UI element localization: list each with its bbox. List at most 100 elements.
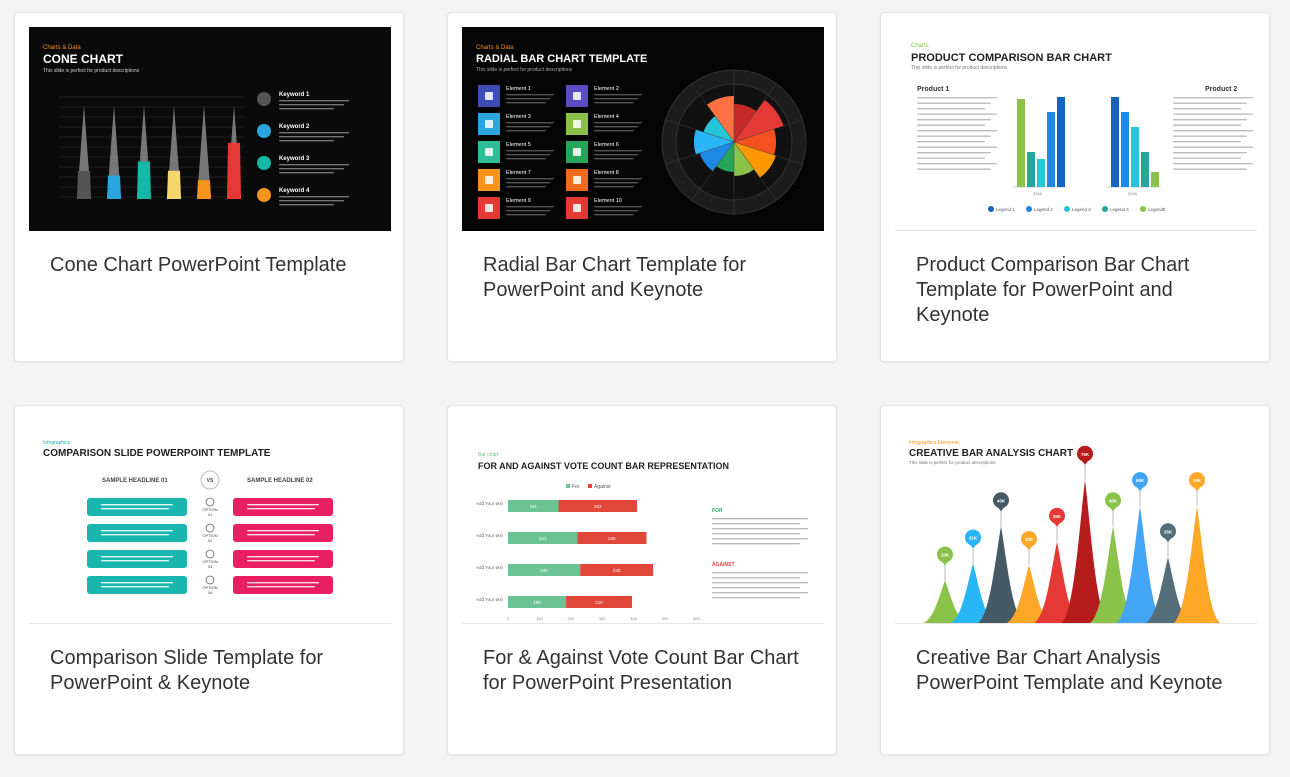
thumb-category: Charts & Data xyxy=(476,45,514,51)
thumb-category: Infographics xyxy=(43,440,71,446)
for-value: 230 xyxy=(540,568,548,573)
comparison-bar xyxy=(1027,152,1035,187)
card-title-link[interactable]: Creative Bar Chart Analysis PowerPoint T… xyxy=(916,646,1246,696)
placeholder-line xyxy=(279,104,344,106)
row-label: Add Your text xyxy=(476,533,504,538)
legend-dot xyxy=(1064,206,1070,212)
placeholder-line xyxy=(712,577,800,579)
cone-fill-band xyxy=(167,170,181,199)
creative-bar-preview: Infographics Elements CREATIVE BAR ANALY… xyxy=(895,420,1257,623)
placeholder-line xyxy=(712,538,808,540)
placeholder-line xyxy=(594,122,642,124)
thumbnail-radial-bar[interactable]: Charts & Data RADIAL BAR CHART TEMPLATE … xyxy=(462,27,824,231)
element-label: Element 5 xyxy=(506,142,531,148)
placeholder-line xyxy=(594,98,638,100)
axis-tick: 300 xyxy=(599,616,606,621)
axis-tick: 400 xyxy=(630,616,637,621)
thumbnail-creative-bar[interactable]: Infographics Elements CREATIVE BAR ANALY… xyxy=(895,420,1257,624)
tile-icon xyxy=(573,204,581,212)
template-card-comparison-slide[interactable]: Infographics COMPARISON SLIDE POWERPOINT… xyxy=(14,405,404,755)
vote-count-preview: Bar chart FOR AND AGAINST VOTE COUNT BAR… xyxy=(462,420,824,623)
placeholder-line xyxy=(506,94,554,96)
legend-for: For xyxy=(572,484,580,490)
placeholder-line xyxy=(506,210,550,212)
placeholder-line xyxy=(1173,97,1253,99)
thumbnail-cone-chart[interactable]: Charts & Data CONE CHART This slide is p… xyxy=(29,27,391,231)
peak-label: 75K xyxy=(1081,452,1090,457)
peak-label: 45K xyxy=(997,498,1006,503)
legend-dot xyxy=(1102,206,1108,212)
legend-label: Legend5 xyxy=(1148,207,1166,212)
placeholder-line xyxy=(247,556,319,558)
element-label: Element 7 xyxy=(506,170,531,176)
cone-fill-band xyxy=(137,161,151,199)
card-title-link[interactable]: Cone Chart PowerPoint Template xyxy=(50,253,380,278)
card-title-link[interactable]: Radial Bar Chart Template for PowerPoint… xyxy=(483,253,813,303)
card-title-link[interactable]: Comparison Slide Template for PowerPoint… xyxy=(50,646,380,696)
placeholder-line xyxy=(712,597,800,599)
tile-icon xyxy=(573,120,581,128)
for-value: 161 xyxy=(530,504,538,509)
axis-tick: 500 xyxy=(662,616,669,621)
placeholder-line xyxy=(917,152,991,154)
placeholder-line xyxy=(506,158,546,160)
cone-fill-band xyxy=(197,180,211,199)
thumb-heading: COMPARISON SLIDE POWERPOINT TEMPLATE xyxy=(43,448,271,459)
against-value: 252 xyxy=(594,504,602,509)
peak-label: 35K xyxy=(1053,514,1062,519)
placeholder-line xyxy=(594,102,634,104)
placeholder-line xyxy=(1173,130,1253,132)
peak-label: 58K xyxy=(1193,478,1202,483)
for-label: FOR xyxy=(712,508,723,514)
placeholder-line xyxy=(279,132,349,134)
thumb-category: Charts xyxy=(911,43,929,49)
placeholder-line xyxy=(506,150,554,152)
placeholder-line xyxy=(917,135,991,137)
template-card-creative-bar[interactable]: Infographics Elements CREATIVE BAR ANALY… xyxy=(880,405,1270,755)
placeholder-line xyxy=(712,587,800,589)
placeholder-line xyxy=(247,530,319,532)
thumbnail-product-comparison[interactable]: Charts PRODUCT COMPARISON BAR CHART This… xyxy=(895,27,1257,231)
placeholder-line xyxy=(712,543,800,545)
comparison-bar xyxy=(1151,172,1159,187)
placeholder-line xyxy=(506,98,550,100)
headline-1: SAMPLE HEADLINE 01 xyxy=(102,478,168,484)
thumbnail-vote-count[interactable]: Bar chart FOR AND AGAINST VOTE COUNT BAR… xyxy=(462,420,824,624)
placeholder-line xyxy=(101,582,173,584)
element-label: Element 9 xyxy=(506,198,531,204)
placeholder-line xyxy=(712,518,808,520)
thumbnail-comparison-slide[interactable]: Infographics COMPARISON SLIDE POWERPOINT… xyxy=(29,420,391,624)
placeholder-line xyxy=(712,523,800,525)
placeholder-line xyxy=(1173,152,1247,154)
placeholder-line xyxy=(594,158,634,160)
placeholder-line xyxy=(917,163,997,165)
card-title-link[interactable]: Product Comparison Bar Chart Template fo… xyxy=(916,253,1246,328)
legend-for-swatch xyxy=(566,484,570,488)
placeholder-line xyxy=(247,504,319,506)
placeholder-line xyxy=(279,136,344,138)
placeholder-line xyxy=(1173,141,1241,143)
template-card-product-comparison[interactable]: Charts PRODUCT COMPARISON BAR CHART This… xyxy=(880,12,1270,362)
keyword-icon xyxy=(257,124,271,138)
legend-label: Legend 1 xyxy=(996,207,1015,212)
element-label: Element 1 xyxy=(506,86,531,92)
placeholder-line xyxy=(279,200,344,202)
placeholder-line xyxy=(101,560,169,562)
placeholder-line xyxy=(506,126,550,128)
thumb-heading: PRODUCT COMPARISON BAR CHART xyxy=(911,52,1112,64)
template-card-radial-bar[interactable]: Charts & Data RADIAL BAR CHART TEMPLATE … xyxy=(447,12,837,362)
tile-icon xyxy=(485,176,493,184)
thumb-subtitle: This slide is perfect for product descri… xyxy=(476,67,573,73)
cone-fill-band xyxy=(227,142,241,199)
legend-label: Legend 3 xyxy=(1072,207,1091,212)
template-card-cone-chart[interactable]: Charts & Data CONE CHART This slide is p… xyxy=(14,12,404,362)
placeholder-line xyxy=(1173,102,1247,104)
vs-label: VS xyxy=(207,478,214,484)
peak-label: 10K xyxy=(941,553,950,558)
thumb-subtitle: This slide is perfect for product descri… xyxy=(43,68,140,74)
tile-icon xyxy=(485,204,493,212)
template-card-vote-count[interactable]: Bar chart FOR AND AGAINST VOTE COUNT BAR… xyxy=(447,405,837,755)
placeholder-line xyxy=(247,560,315,562)
placeholder-line xyxy=(101,586,169,588)
card-title-link[interactable]: For & Against Vote Count Bar Chart for P… xyxy=(483,646,813,696)
